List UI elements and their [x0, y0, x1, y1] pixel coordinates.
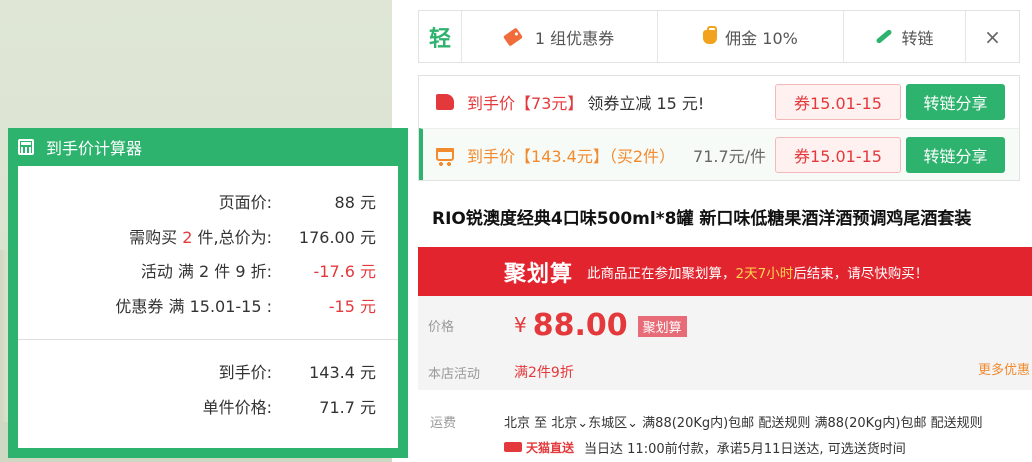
juhuasuan-tag: 聚划算: [637, 315, 687, 337]
calculator-title: 到手价计算器: [46, 139, 143, 158]
promo-label: 本店活动: [428, 366, 481, 382]
calc-label: 单件价格:: [202, 397, 272, 417]
coupon-button[interactable]: 券15.01-15: [775, 84, 901, 120]
delivery-details: 当日达 11:00前付款，承诺5月11日送达, 可选送货时间: [584, 441, 906, 457]
commission-button[interactable]: 佣金 10%: [657, 11, 843, 62]
share-link-button[interactable]: 转链分享: [906, 137, 1005, 173]
price-row: 价格 ¥ 88.00 聚划算: [418, 296, 1032, 354]
promo-value: 满2件9折: [514, 365, 574, 381]
plugin-logo[interactable]: 轻: [419, 11, 461, 62]
product-title: RIO锐澳度经典4口味500ml*8罐 新口味低糖果酒洋酒预调鸡尾酒套装: [432, 209, 972, 229]
convert-link-button[interactable]: 转链: [843, 11, 965, 62]
calc-row-unit-price: 单件价格: 71.7 元: [40, 389, 376, 424]
calc-row-total: 需购买 2 件,总价为: 176.00 元: [40, 219, 376, 254]
cart-icon: [435, 146, 455, 166]
price-block: 价格 ¥ 88.00 聚划算 本店活动 满2件9折 更多优惠: [418, 296, 1032, 390]
juhuasuan-logo: 聚划算: [504, 261, 574, 287]
calc-row-page-price: 页面价: 88 元: [40, 184, 376, 219]
coupon-count-button[interactable]: 1 组优惠券: [461, 11, 657, 62]
coupon-count-label: 1 组优惠券: [534, 28, 615, 48]
currency-symbol: ¥: [514, 313, 527, 337]
price-calculator-panel: 到手价计算器 页面价: 88 元 需购买 2 件,总价为: 176.00 元 活…: [8, 128, 408, 458]
calc-label: 到手价:: [218, 363, 272, 383]
share-link-button[interactable]: 转链分享: [906, 84, 1005, 120]
offer-price: 【143.4元】: [515, 146, 609, 166]
offer-note: 71.7元/件: [693, 146, 767, 166]
calc-quantity: 2: [182, 227, 193, 247]
delivery-row: 天猫直送 当日达 11:00前付款，承诺5月11日送达, 可选送货时间: [418, 434, 1032, 460]
calc-value: 88 元: [334, 193, 376, 213]
close-button[interactable]: ×: [965, 11, 1019, 62]
calc-row-final-price: 到手价: 143.4 元: [40, 354, 376, 389]
calc-row-activity-discount: 活动 满 2 件 9 折: -17.6 元: [40, 253, 376, 288]
countdown-time: 2天7小时: [735, 265, 794, 282]
more-offers-link[interactable]: 更多优惠: [978, 359, 1030, 378]
calculator-body: 页面价: 88 元 需购买 2 件,总价为: 176.00 元 活动 满 2 件…: [18, 166, 398, 448]
convert-link-label: 转链: [901, 28, 934, 48]
calc-label: 页面价:: [218, 193, 272, 213]
juhuasuan-banner: 聚划算 此商品正在参加聚划算，2天7小时后结束，请尽快购买！: [418, 247, 1032, 296]
shipping-label: 运费: [430, 415, 457, 431]
tmall-icon: [504, 442, 522, 452]
coupon-button[interactable]: 券15.01-15: [775, 137, 901, 173]
calculator-header: 到手价计算器: [8, 128, 408, 166]
offer-row-coupon: 到手价【73元】 领券立减 15 元! 券15.01-15 转链分享: [419, 76, 1019, 128]
calc-label: 需购买 2 件,总价为:: [129, 227, 272, 247]
price-amount: 88.00: [532, 307, 628, 343]
price-label: 价格: [428, 319, 455, 335]
shipping-section: 运费 北京 至 北京⌄东城区⌄ 满88(20Kg内)包邮 配送规则 满88(20…: [418, 408, 1032, 460]
link-icon: [875, 28, 893, 45]
shipping-row: 运费 北京 至 北京⌄东城区⌄ 满88(20Kg内)包邮 配送规则 满88(20…: [418, 408, 1032, 434]
calc-value: -17.6 元: [313, 262, 377, 282]
money-bag-icon: [703, 25, 718, 44]
calc-value: -15 元: [328, 296, 376, 316]
calc-divider: [18, 339, 398, 340]
offer-quantity: （买2件）: [608, 146, 676, 166]
calc-row-coupon-discount: 优惠券 满 15.01-15 : -15 元: [40, 288, 376, 323]
tag-icon: [502, 26, 523, 47]
shipping-details[interactable]: 北京 至 北京⌄东城区⌄ 满88(20Kg内)包邮 配送规则 满88(20Kg内…: [504, 412, 983, 431]
calc-label: 活动 满 2 件 9 折:: [140, 262, 272, 282]
calculator-icon: [18, 139, 34, 155]
offer-row-multi-buy: 到手价【143.4元】（买2件） 71.7元/件 券15.01-15 转链分享: [419, 128, 1019, 180]
offer-text: 到手价【143.4元】（买2件） 71.7元/件: [467, 146, 767, 166]
calc-value: 143.4 元: [309, 363, 376, 383]
juhuasuan-countdown-text: 此商品正在参加聚划算，2天7小时后结束，请尽快购买！: [587, 265, 929, 282]
plugin-toolbar: 轻 1 组优惠券 佣金 10% 转链 ×: [418, 10, 1020, 63]
calc-value: 71.7 元: [319, 397, 376, 417]
offer-text: 到手价【73元】 领券立减 15 元!: [467, 94, 705, 113]
calc-value: 176.00 元: [298, 227, 376, 247]
calc-label: 优惠券 满 15.01-15 :: [115, 296, 272, 316]
promo-row: 本店活动 满2件9折: [418, 354, 1032, 390]
offer-note: 领券立减 15 元!: [587, 94, 705, 113]
thumbs-up-icon: [435, 93, 455, 111]
commission-label: 佣金 10%: [725, 28, 798, 48]
tmall-direct-logo: 天猫直送: [504, 439, 574, 456]
offer-price: 【73元】: [515, 94, 584, 113]
offer-list: 到手价【73元】 领券立减 15 元! 券15.01-15 转链分享 到手价【14…: [418, 75, 1020, 181]
